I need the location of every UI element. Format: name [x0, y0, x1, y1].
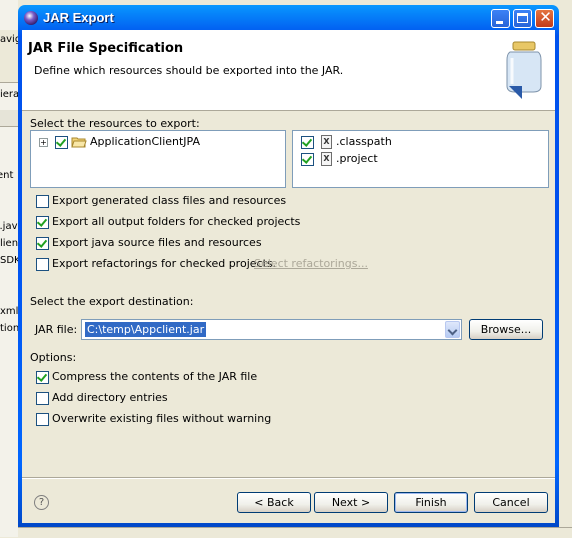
- help-icon[interactable]: ?: [34, 495, 49, 510]
- xml-file-icon: X: [321, 135, 332, 149]
- open-folder-icon: [71, 137, 87, 148]
- project-tree[interactable]: + ApplicationClientJPA: [30, 130, 286, 188]
- add-directory-label[interactable]: Add directory entries: [52, 391, 168, 404]
- back-button[interactable]: < Back: [237, 492, 311, 513]
- xml-file-icon: X: [321, 152, 332, 166]
- close-button[interactable]: ✕: [535, 8, 554, 28]
- window-title: JAR Export: [43, 10, 114, 25]
- export-output-folders-checkbox[interactable]: [36, 216, 49, 229]
- page-description: Define which resources should be exporte…: [34, 64, 344, 77]
- project-name[interactable]: ApplicationClientJPA: [90, 135, 200, 148]
- export-class-files-checkbox[interactable]: [36, 195, 49, 208]
- background-text: iera: [0, 89, 20, 100]
- background-ide-bottom: [18, 527, 572, 538]
- background-toolbar-secondary: [0, 110, 18, 127]
- export-class-files-label[interactable]: Export generated class files and resourc…: [52, 194, 286, 207]
- file-name[interactable]: .classpath: [336, 135, 392, 148]
- wizard-header: JAR File Specification Define which reso…: [22, 30, 555, 111]
- project-checkbox[interactable]: [55, 136, 68, 149]
- jar-export-dialog: JAR Export ✕ JAR File Specification Defi…: [18, 5, 559, 527]
- maximize-icon: [517, 13, 528, 23]
- jar-file-value[interactable]: C:\temp\Appclient.jar: [85, 322, 207, 337]
- cancel-button[interactable]: Cancel: [474, 492, 548, 513]
- overwrite-checkbox[interactable]: [36, 413, 49, 426]
- compress-label[interactable]: Compress the contents of the JAR file: [52, 370, 257, 383]
- minimize-icon: [496, 21, 503, 24]
- chevron-down-icon[interactable]: [445, 321, 460, 338]
- background-ide-panel: avig iera ent c.jav lien SDK xml tion: [0, 0, 21, 537]
- select-refactorings-link[interactable]: Select refactorings...: [254, 257, 368, 270]
- file-checkbox[interactable]: [301, 153, 314, 166]
- page-title: JAR File Specification: [28, 41, 184, 56]
- destination-label: Select the export destination:: [30, 295, 194, 308]
- background-text: lien: [0, 238, 19, 249]
- file-name[interactable]: .project: [336, 152, 378, 165]
- expand-icon[interactable]: +: [39, 138, 48, 147]
- export-source-files-checkbox[interactable]: [36, 237, 49, 250]
- export-source-files-label[interactable]: Export java source files and resources: [52, 236, 262, 249]
- file-list[interactable]: X .classpath X .project: [292, 130, 549, 188]
- export-refactorings-checkbox[interactable]: [36, 258, 49, 271]
- background-text: xml: [0, 306, 19, 317]
- next-button[interactable]: Next >: [314, 492, 388, 513]
- browse-button[interactable]: Browse...: [469, 319, 543, 340]
- close-icon: ✕: [539, 8, 552, 26]
- wizard-arrow-icon: [509, 86, 522, 99]
- background-text: tion: [0, 323, 20, 334]
- options-label: Options:: [30, 351, 77, 364]
- jar-file-combo[interactable]: C:\temp\Appclient.jar: [81, 319, 462, 340]
- add-directory-checkbox[interactable]: [36, 392, 49, 405]
- export-refactorings-label[interactable]: Export refactorings for checked projects…: [52, 257, 276, 270]
- eclipse-icon: [24, 11, 38, 25]
- background-ide-panel-right: [559, 0, 572, 537]
- minimize-button[interactable]: [491, 9, 510, 28]
- compress-checkbox[interactable]: [36, 371, 49, 384]
- resources-label: Select the resources to export:: [30, 117, 200, 130]
- jar-file-label: JAR file:: [35, 323, 78, 336]
- overwrite-label[interactable]: Overwrite existing files without warning: [52, 412, 271, 425]
- title-bar[interactable]: JAR Export ✕: [18, 5, 559, 31]
- file-checkbox[interactable]: [301, 136, 314, 149]
- background-text: ent: [0, 170, 14, 181]
- finish-button[interactable]: Finish: [394, 492, 468, 513]
- background-text: c.jav: [0, 221, 18, 232]
- export-output-folders-label[interactable]: Export all output folders for checked pr…: [52, 215, 300, 228]
- footer-separator: [22, 477, 555, 479]
- maximize-button[interactable]: [513, 9, 532, 28]
